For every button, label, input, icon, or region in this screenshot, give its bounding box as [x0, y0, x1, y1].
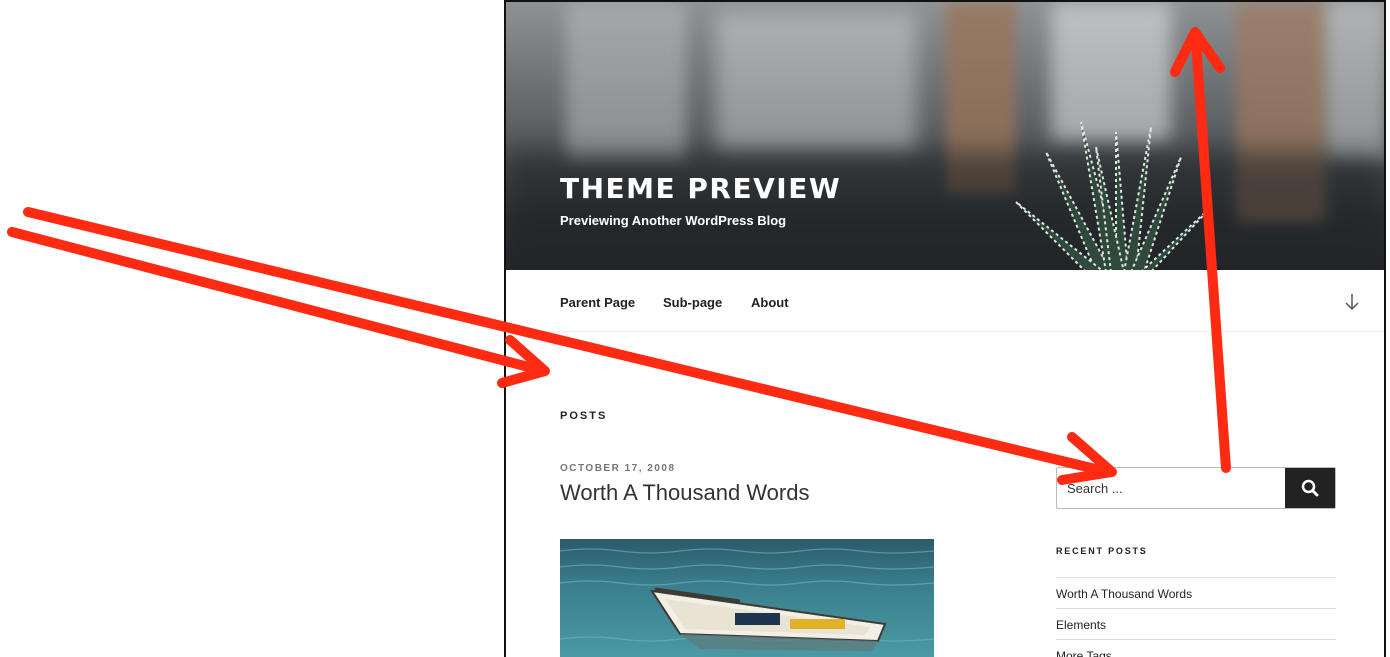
- search-icon: [1301, 479, 1319, 497]
- nav-item-sub-page[interactable]: Sub-page: [663, 295, 722, 310]
- site-header: THEME PREVIEW Previewing Another WordPre…: [506, 2, 1384, 270]
- main-navigation: Parent Page Sub-page About: [506, 270, 1384, 332]
- header-bg-window: [566, 2, 686, 162]
- list-item: Elements: [1056, 608, 1336, 639]
- annotation-arrow-line: [7, 227, 545, 375]
- header-bg-window: [716, 12, 916, 152]
- header-bg-shadow: [506, 152, 1384, 270]
- site-title[interactable]: THEME PREVIEW: [560, 172, 841, 205]
- boat-photo: [560, 548, 934, 651]
- site-description: Previewing Another WordPress Blog: [560, 213, 787, 228]
- arrow-down-icon[interactable]: [1342, 290, 1362, 314]
- header-bg-window: [1326, 2, 1384, 162]
- post-featured-image[interactable]: [560, 539, 934, 657]
- plant-illustration: [1015, 121, 1212, 270]
- browser-viewport: THEME PREVIEW Previewing Another WordPre…: [504, 0, 1386, 657]
- search-form: [1056, 467, 1336, 509]
- recent-post-link[interactable]: Worth A Thousand Words: [1056, 578, 1336, 601]
- list-item: Worth A Thousand Words: [1056, 577, 1336, 608]
- page-title: POSTS: [560, 410, 608, 422]
- recent-posts-list: Worth A Thousand Words Elements More Tag…: [1056, 577, 1336, 657]
- screenshot-stage: THEME PREVIEW Previewing Another WordPre…: [0, 0, 1390, 657]
- nav-item-parent-page[interactable]: Parent Page: [560, 295, 635, 310]
- post-title[interactable]: Worth A Thousand Words: [560, 480, 809, 506]
- post-date[interactable]: OCTOBER 17, 2008: [560, 463, 676, 474]
- search-input[interactable]: [1057, 468, 1285, 508]
- nav-item-about[interactable]: About: [751, 295, 789, 310]
- recent-post-link[interactable]: Elements: [1056, 609, 1336, 632]
- search-button[interactable]: [1285, 468, 1335, 508]
- recent-post-link[interactable]: More Tags: [1056, 640, 1336, 657]
- recent-posts-title: RECENT POSTS: [1056, 546, 1148, 556]
- list-item: More Tags: [1056, 639, 1336, 657]
